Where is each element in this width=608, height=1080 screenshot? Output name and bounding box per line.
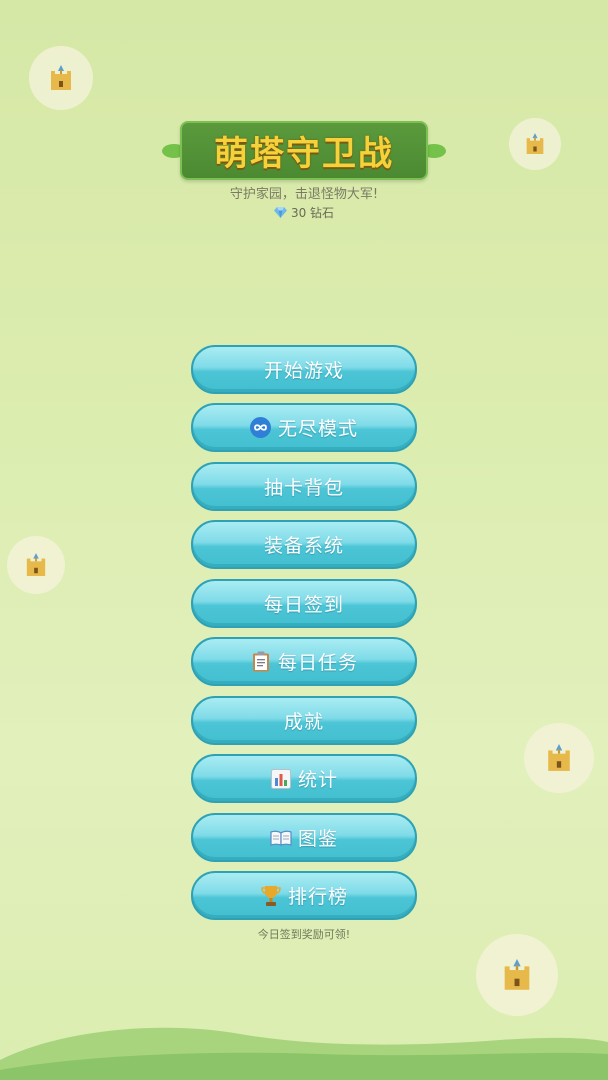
leaderboard-button[interactable]: 排行榜 xyxy=(191,871,417,920)
diamond-count: 30 钻石 xyxy=(290,206,335,220)
statistics-button[interactable]: 统计 xyxy=(191,754,417,803)
castle-icon xyxy=(26,553,46,576)
achievements-label: 成就 xyxy=(283,711,324,733)
daily-checkin-label: 每日签到 xyxy=(263,594,344,616)
castle-bubble-mid-right xyxy=(524,723,594,793)
castle-bubble-mid-left xyxy=(7,536,65,594)
infinity-icon xyxy=(250,417,272,439)
gacha-bag-label: 抽卡背包 xyxy=(263,477,344,499)
leaderboard-label: 排行榜 xyxy=(287,886,348,908)
game-title: 萌塔守卫战 xyxy=(214,134,394,174)
endless-mode-button[interactable]: 无尽模式 xyxy=(191,403,417,452)
game-subtitle: 守护家园，击退怪物大军! xyxy=(229,187,379,202)
trophy-icon xyxy=(260,885,282,907)
daily-checkin-button[interactable]: 每日签到 xyxy=(191,579,417,628)
equipment-system-button[interactable]: 装备系统 xyxy=(191,520,417,569)
castle-icon xyxy=(51,65,71,90)
daily-tasks-button[interactable]: 每日任务 xyxy=(191,637,417,686)
castle-bubble-top-left xyxy=(29,46,93,110)
castle-icon xyxy=(504,959,530,990)
bar-chart-icon xyxy=(270,768,292,790)
gacha-bag-button[interactable]: 抽卡背包 xyxy=(191,462,417,511)
daily-tasks-label: 每日任务 xyxy=(277,652,358,674)
castle-bubble-bottom-right xyxy=(476,934,558,1016)
clipboard-icon xyxy=(250,651,272,673)
castle-icon xyxy=(526,133,544,154)
start-game-label: 开始游戏 xyxy=(263,360,344,382)
codex-button[interactable]: 图鉴 xyxy=(191,813,417,862)
codex-label: 图鉴 xyxy=(297,828,338,850)
checkin-reward-note: 今日签到奖励可领! xyxy=(257,928,351,941)
statistics-label: 统计 xyxy=(297,769,338,791)
title-banner: 萌塔守卫战 xyxy=(180,121,428,180)
diamond-icon xyxy=(273,207,287,218)
castle-bubble-top-right xyxy=(509,118,561,170)
grass-hills xyxy=(0,1027,608,1080)
equipment-system-label: 装备系统 xyxy=(263,535,344,557)
start-game-button[interactable]: 开始游戏 xyxy=(191,345,417,394)
book-icon xyxy=(270,827,292,849)
achievements-button[interactable]: 成就 xyxy=(191,696,417,745)
endless-mode-label: 无尽模式 xyxy=(277,418,358,440)
currency-display: 30 钻石 xyxy=(0,204,608,221)
castle-icon xyxy=(548,744,570,771)
